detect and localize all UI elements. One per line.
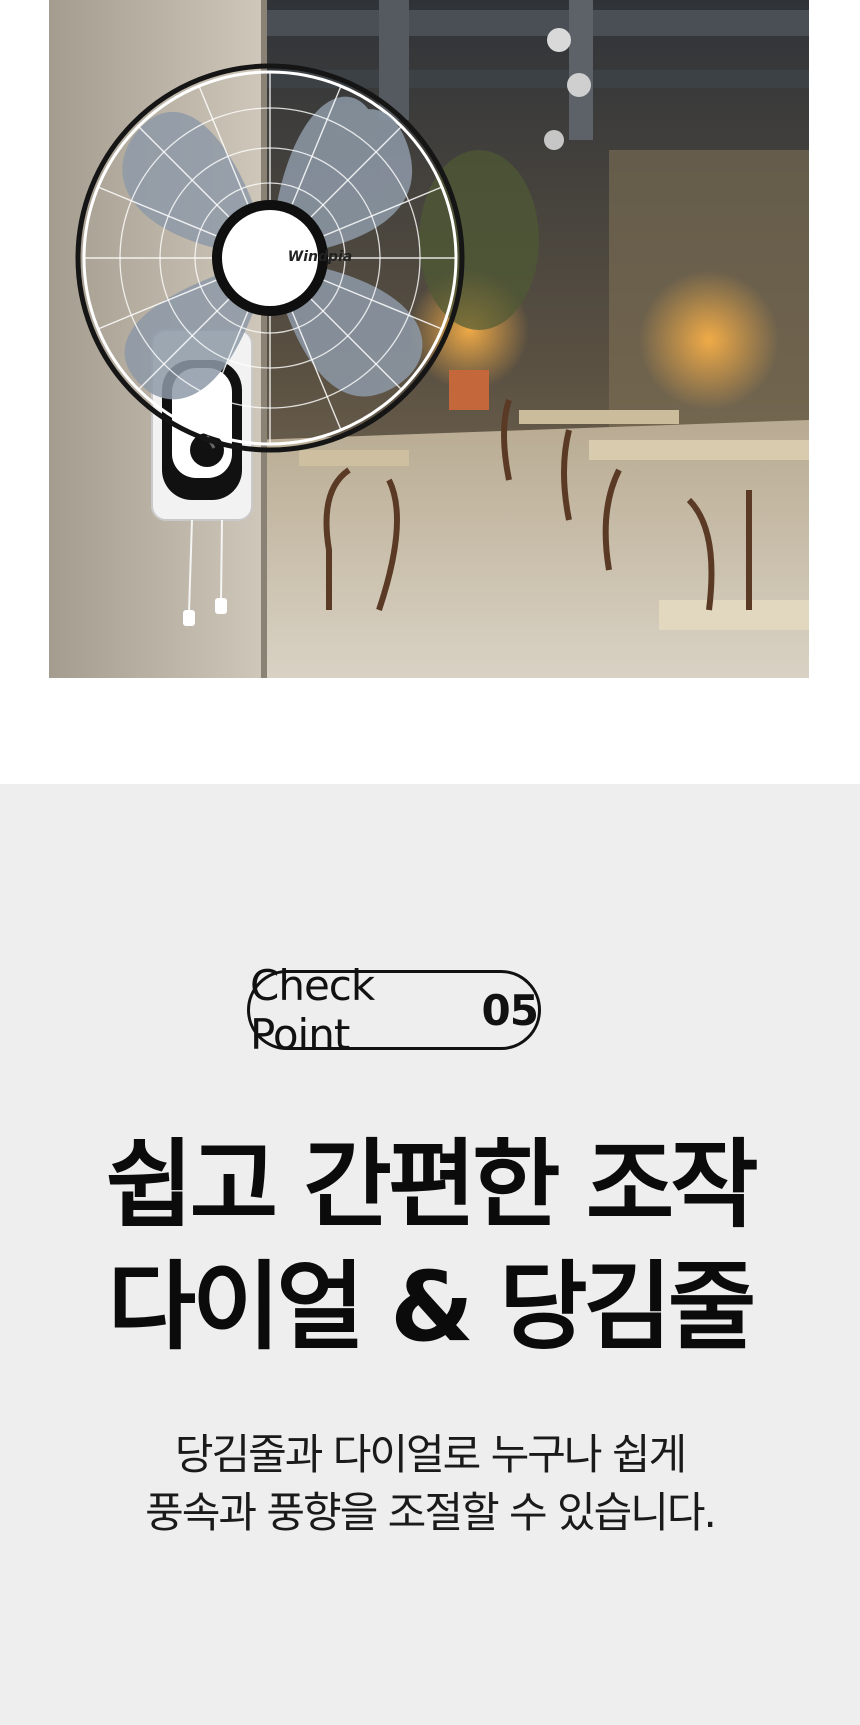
check-point-badge: Check Point 05 <box>247 961 541 1059</box>
product-photo: Windpia <box>49 0 809 678</box>
description-line-2: 풍속과 풍향을 조절할 수 있습니다. <box>145 1488 717 1537</box>
headline-line-2: 다이얼 & 당김줄 <box>107 1251 756 1363</box>
description-line-1: 당김줄과 다이얼로 누구나 쉽게 <box>174 1430 687 1479</box>
feature-headline: 쉽고 간편한 조작 다이얼 & 당김줄 <box>0 1124 860 1368</box>
product-photo-section: Windpia <box>0 0 860 784</box>
check-point-number: 05 <box>481 985 539 1035</box>
windpia-logo: Windpia <box>287 249 353 265</box>
feature-description: 당김줄과 다이얼로 누구나 쉽게 풍속과 풍향을 조절할 수 있습니다. <box>0 1426 860 1542</box>
check-point-label: Check Point <box>250 961 375 1059</box>
feature-info-section: Check Point 05 쉽고 간편한 조작 다이얼 & 당김줄 당김줄과 … <box>0 784 860 1725</box>
headline-line-1: 쉽고 간편한 조작 <box>105 1129 758 1241</box>
